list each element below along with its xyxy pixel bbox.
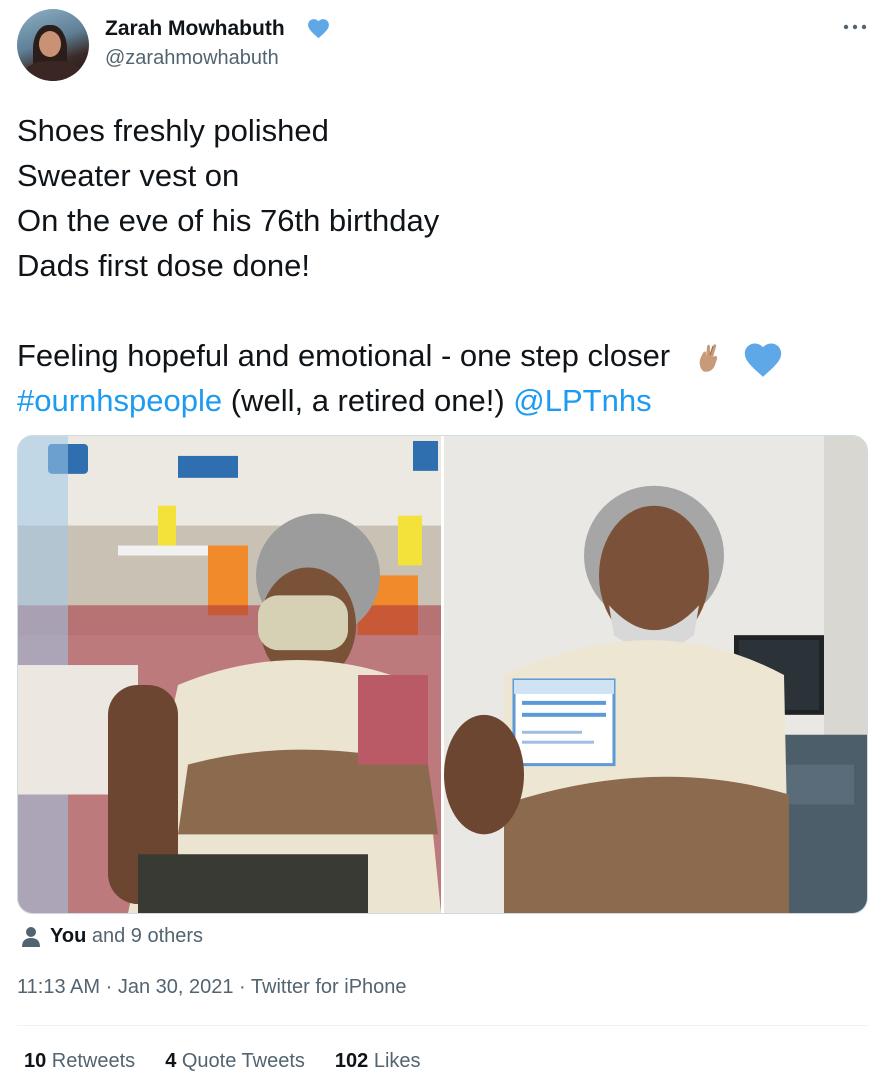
divider: [17, 1025, 868, 1026]
author-name[interactable]: Zarah Mowhabuth: [105, 17, 285, 41]
tweet-meta: 11:13 AM · Jan 30, 2021 · Twitter for iP…: [17, 976, 407, 999]
crossed-fingers-icon: [699, 344, 717, 372]
tweet-line: Feeling hopeful and emotional - one step…: [17, 333, 867, 378]
verified-heart-icon: [308, 19, 329, 39]
blue-heart-icon: [745, 343, 782, 377]
likes-label: Likes: [368, 1050, 421, 1072]
tweet-line: #ournhspeople (well, a retired one!) @LP…: [17, 378, 867, 423]
engagement-stats: 10 Retweets 4 Quote Tweets 102 Likes: [24, 1050, 421, 1073]
tweet-line-text: Feeling hopeful and emotional - one step…: [17, 338, 671, 373]
tweet-line: Shoes freshly polished: [17, 113, 329, 148]
retweets-count: 10: [24, 1050, 47, 1072]
author-handle[interactable]: @zarahmowhabuth: [105, 47, 279, 70]
tweet-line: On the eve of his 76th birthday: [17, 203, 440, 238]
avatar-body: [25, 61, 81, 81]
tweet-date[interactable]: Jan 30, 2021: [118, 976, 234, 998]
retweets-stat[interactable]: 10 Retweets: [24, 1050, 135, 1073]
tweet-time[interactable]: 11:13 AM: [17, 976, 100, 998]
vaccination-card-photo[interactable]: [444, 436, 868, 913]
retweets-label: Retweets: [46, 1050, 136, 1072]
likes-count: 102: [334, 1050, 369, 1072]
quote-tweets-stat[interactable]: 4 Quote Tweets: [165, 1050, 305, 1073]
likes-stat[interactable]: 102 Likes: [335, 1050, 421, 1073]
avatar[interactable]: [17, 9, 89, 81]
liked-by-others: and 9 others: [86, 925, 204, 947]
tweet-text: Shoes freshly polished Sweater vest on O…: [17, 108, 867, 423]
more-options-icon[interactable]: [840, 17, 870, 37]
vaccination-photo[interactable]: [18, 436, 441, 913]
tweet-line: Sweater vest on: [17, 158, 240, 193]
hashtag-link[interactable]: #ournhspeople: [17, 383, 222, 418]
meta-separator: ·: [239, 976, 246, 998]
meta-separator: ·: [105, 976, 113, 998]
person-icon: [22, 926, 40, 947]
quote-tweets-count: 4: [165, 1050, 177, 1072]
liked-by-you: You: [50, 925, 87, 947]
tweet-middle-text: (well, a retired one!): [222, 383, 514, 418]
avatar-face: [39, 31, 61, 57]
media-grid: [17, 435, 868, 914]
mention-link[interactable]: @LPTnhs: [513, 383, 651, 418]
tweet-line: Dads first dose done!: [17, 248, 310, 283]
tweet-source[interactable]: Twitter for iPhone: [251, 976, 407, 998]
quote-tweets-label: Quote Tweets: [176, 1050, 305, 1072]
liked-by[interactable]: You and 9 others: [22, 925, 203, 948]
